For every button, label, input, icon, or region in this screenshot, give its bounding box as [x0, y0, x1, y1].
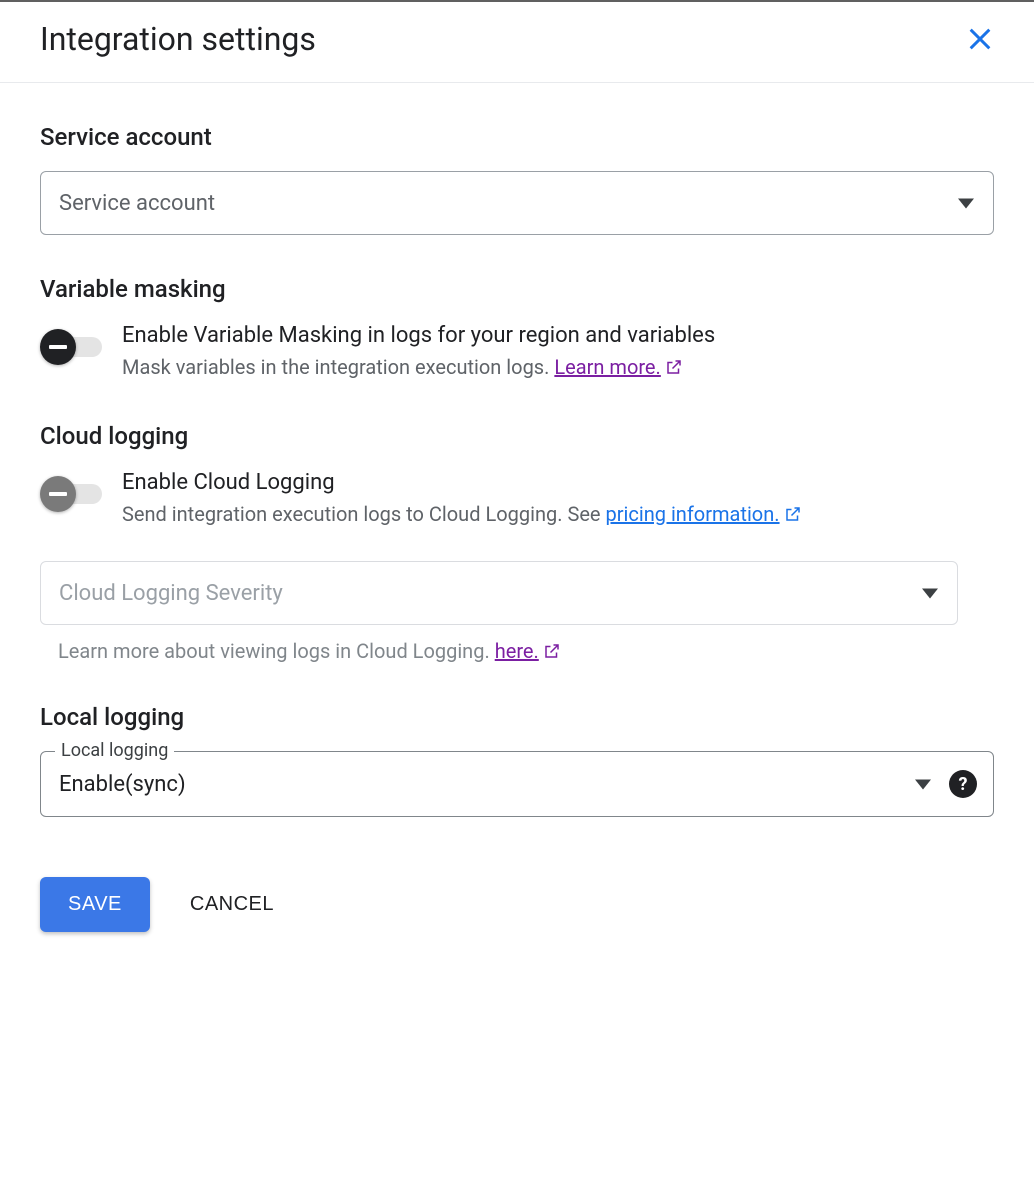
help-icon[interactable]: ?	[949, 770, 977, 798]
service-account-section: Service account Service account	[40, 123, 994, 235]
save-button[interactable]: SAVE	[40, 877, 150, 932]
local-logging-section: Local logging Local logging Enable(sync)…	[40, 703, 994, 817]
cancel-button[interactable]: CANCEL	[190, 893, 274, 916]
local-logging-value: Enable(sync)	[59, 772, 186, 797]
service-account-title: Service account	[40, 123, 994, 151]
variable-masking-toggle-label: Enable Variable Masking in logs for your…	[122, 323, 994, 348]
minus-icon	[40, 329, 76, 365]
service-account-placeholder: Service account	[59, 191, 215, 216]
cloud-logging-toggle-label: Enable Cloud Logging	[122, 470, 994, 495]
cloud-logging-severity-select[interactable]: Cloud Logging Severity	[40, 561, 958, 625]
button-row: SAVE CANCEL	[40, 877, 994, 932]
cloud-logging-title: Cloud logging	[40, 422, 994, 450]
cloud-logging-section: Cloud logging Enable Cloud Logging Send …	[40, 422, 994, 663]
dialog-title: Integration settings	[40, 20, 316, 58]
cloud-logging-here-link[interactable]: here.	[495, 639, 539, 663]
close-icon[interactable]	[966, 25, 994, 53]
service-account-select[interactable]: Service account	[40, 171, 994, 235]
severity-placeholder: Cloud Logging Severity	[59, 581, 283, 606]
local-logging-field-label: Local logging	[55, 740, 174, 761]
variable-masking-desc: Mask variables in the integration execut…	[122, 352, 994, 382]
local-logging-title: Local logging	[40, 703, 994, 731]
cloud-logging-toggle[interactable]	[40, 476, 98, 496]
pricing-information-link[interactable]: pricing information.	[606, 502, 780, 526]
variable-masking-toggle[interactable]	[40, 329, 98, 349]
minus-icon	[40, 476, 76, 512]
external-link-icon	[543, 641, 561, 659]
cloud-logging-helper: Learn more about viewing logs in Cloud L…	[40, 639, 994, 663]
external-link-icon	[665, 354, 683, 372]
variable-masking-section: Variable masking Enable Variable Masking…	[40, 275, 994, 382]
dialog-header: Integration settings	[0, 2, 1034, 83]
variable-masking-title: Variable masking	[40, 275, 994, 303]
local-logging-select[interactable]: Local logging Enable(sync) ?	[40, 751, 994, 817]
external-link-icon	[784, 501, 802, 519]
variable-masking-learn-more-link[interactable]: Learn more.	[554, 355, 660, 379]
cloud-logging-desc: Send integration execution logs to Cloud…	[122, 499, 994, 529]
chevron-down-icon	[915, 775, 931, 794]
